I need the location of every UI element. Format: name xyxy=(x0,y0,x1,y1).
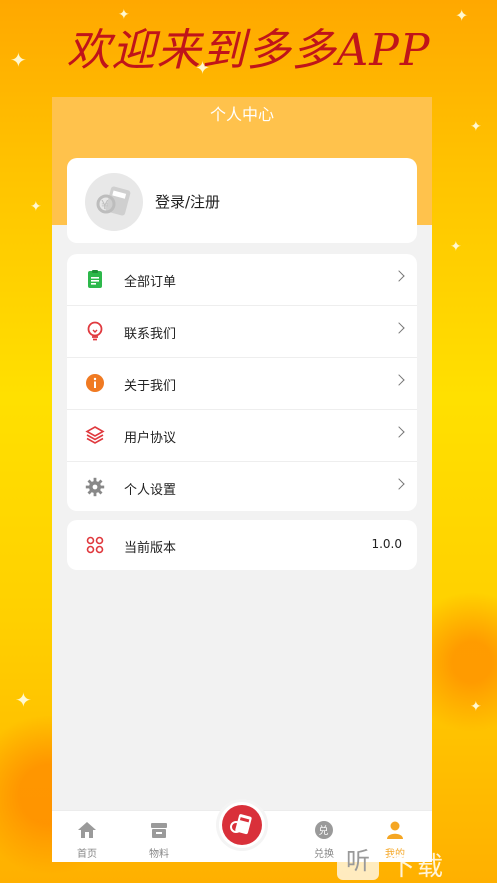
gear-icon xyxy=(84,476,106,498)
menu-item-label: 个人设置 xyxy=(124,483,177,498)
person-icon xyxy=(385,820,405,840)
watermark: 听 下载 xyxy=(337,840,497,883)
lightbulb-icon xyxy=(84,320,106,342)
sparkle-decoration: ✦ xyxy=(15,688,32,712)
menu-item-label: 关于我们 xyxy=(124,379,177,394)
version-value: 1.0.0 xyxy=(371,537,402,551)
sparkle-decoration: ✦ xyxy=(30,199,42,215)
menu-item-label: 用户协议 xyxy=(124,431,177,446)
layers-icon xyxy=(84,424,106,446)
exchange-icon: 兑 xyxy=(314,820,334,840)
sparkle-decoration: ✦ xyxy=(450,239,462,255)
watermark-logo: 听 xyxy=(337,842,379,880)
chevron-right-icon xyxy=(393,322,405,334)
login-card[interactable]: ¥ 登录/注册 xyxy=(67,158,417,243)
center-tab-button[interactable] xyxy=(216,799,268,851)
welcome-banner: 欢迎来到多多APP xyxy=(66,25,431,76)
tab-home[interactable]: 首页 xyxy=(52,811,122,862)
apps-grid-icon xyxy=(84,534,106,556)
svg-text:¥: ¥ xyxy=(101,198,109,212)
menu-item-label: 联系我们 xyxy=(124,327,177,342)
login-register-link[interactable]: 登录/注册 xyxy=(155,191,220,212)
phone-screen: 个人中心 ¥ 登录/注册 全部订单 联系我们 关于我们 用户协议 个人设置 当前… xyxy=(52,97,432,862)
menu-item-contact-us[interactable]: 联系我们 xyxy=(67,306,417,358)
tab-materials[interactable]: 物料 xyxy=(124,811,194,862)
menu-item-all-orders[interactable]: 全部订单 xyxy=(67,254,417,306)
home-icon xyxy=(77,820,97,840)
tab-label: 首页 xyxy=(77,849,97,860)
calculator-logo-icon[interactable]: ¥ xyxy=(85,173,143,231)
sparkle-decoration: ✦ xyxy=(470,699,482,715)
calculator-logo-icon xyxy=(222,805,262,845)
svg-text:兑: 兑 xyxy=(319,824,329,837)
chevron-right-icon xyxy=(393,478,405,490)
menu-item-personal-settings[interactable]: 个人设置 xyxy=(67,462,417,514)
store-icon xyxy=(149,820,169,840)
tab-label: 物料 xyxy=(149,849,169,860)
chevron-right-icon xyxy=(393,270,405,282)
chevron-right-icon xyxy=(393,374,405,386)
menu-item-about-us[interactable]: 关于我们 xyxy=(67,358,417,410)
clipboard-icon xyxy=(84,268,106,290)
info-icon xyxy=(84,372,106,394)
version-label: 当前版本 xyxy=(124,541,177,556)
watermark-text: 下载 xyxy=(389,852,446,882)
version-card: 当前版本 1.0.0 xyxy=(67,520,417,570)
menu-list: 全部订单 联系我们 关于我们 用户协议 个人设置 xyxy=(67,254,417,511)
page-title: 个人中心 xyxy=(209,105,274,124)
sparkle-decoration: ✦ xyxy=(470,119,482,135)
menu-item-user-agreement[interactable]: 用户协议 xyxy=(67,410,417,462)
menu-item-label: 全部订单 xyxy=(124,275,177,290)
chevron-right-icon xyxy=(393,426,405,438)
